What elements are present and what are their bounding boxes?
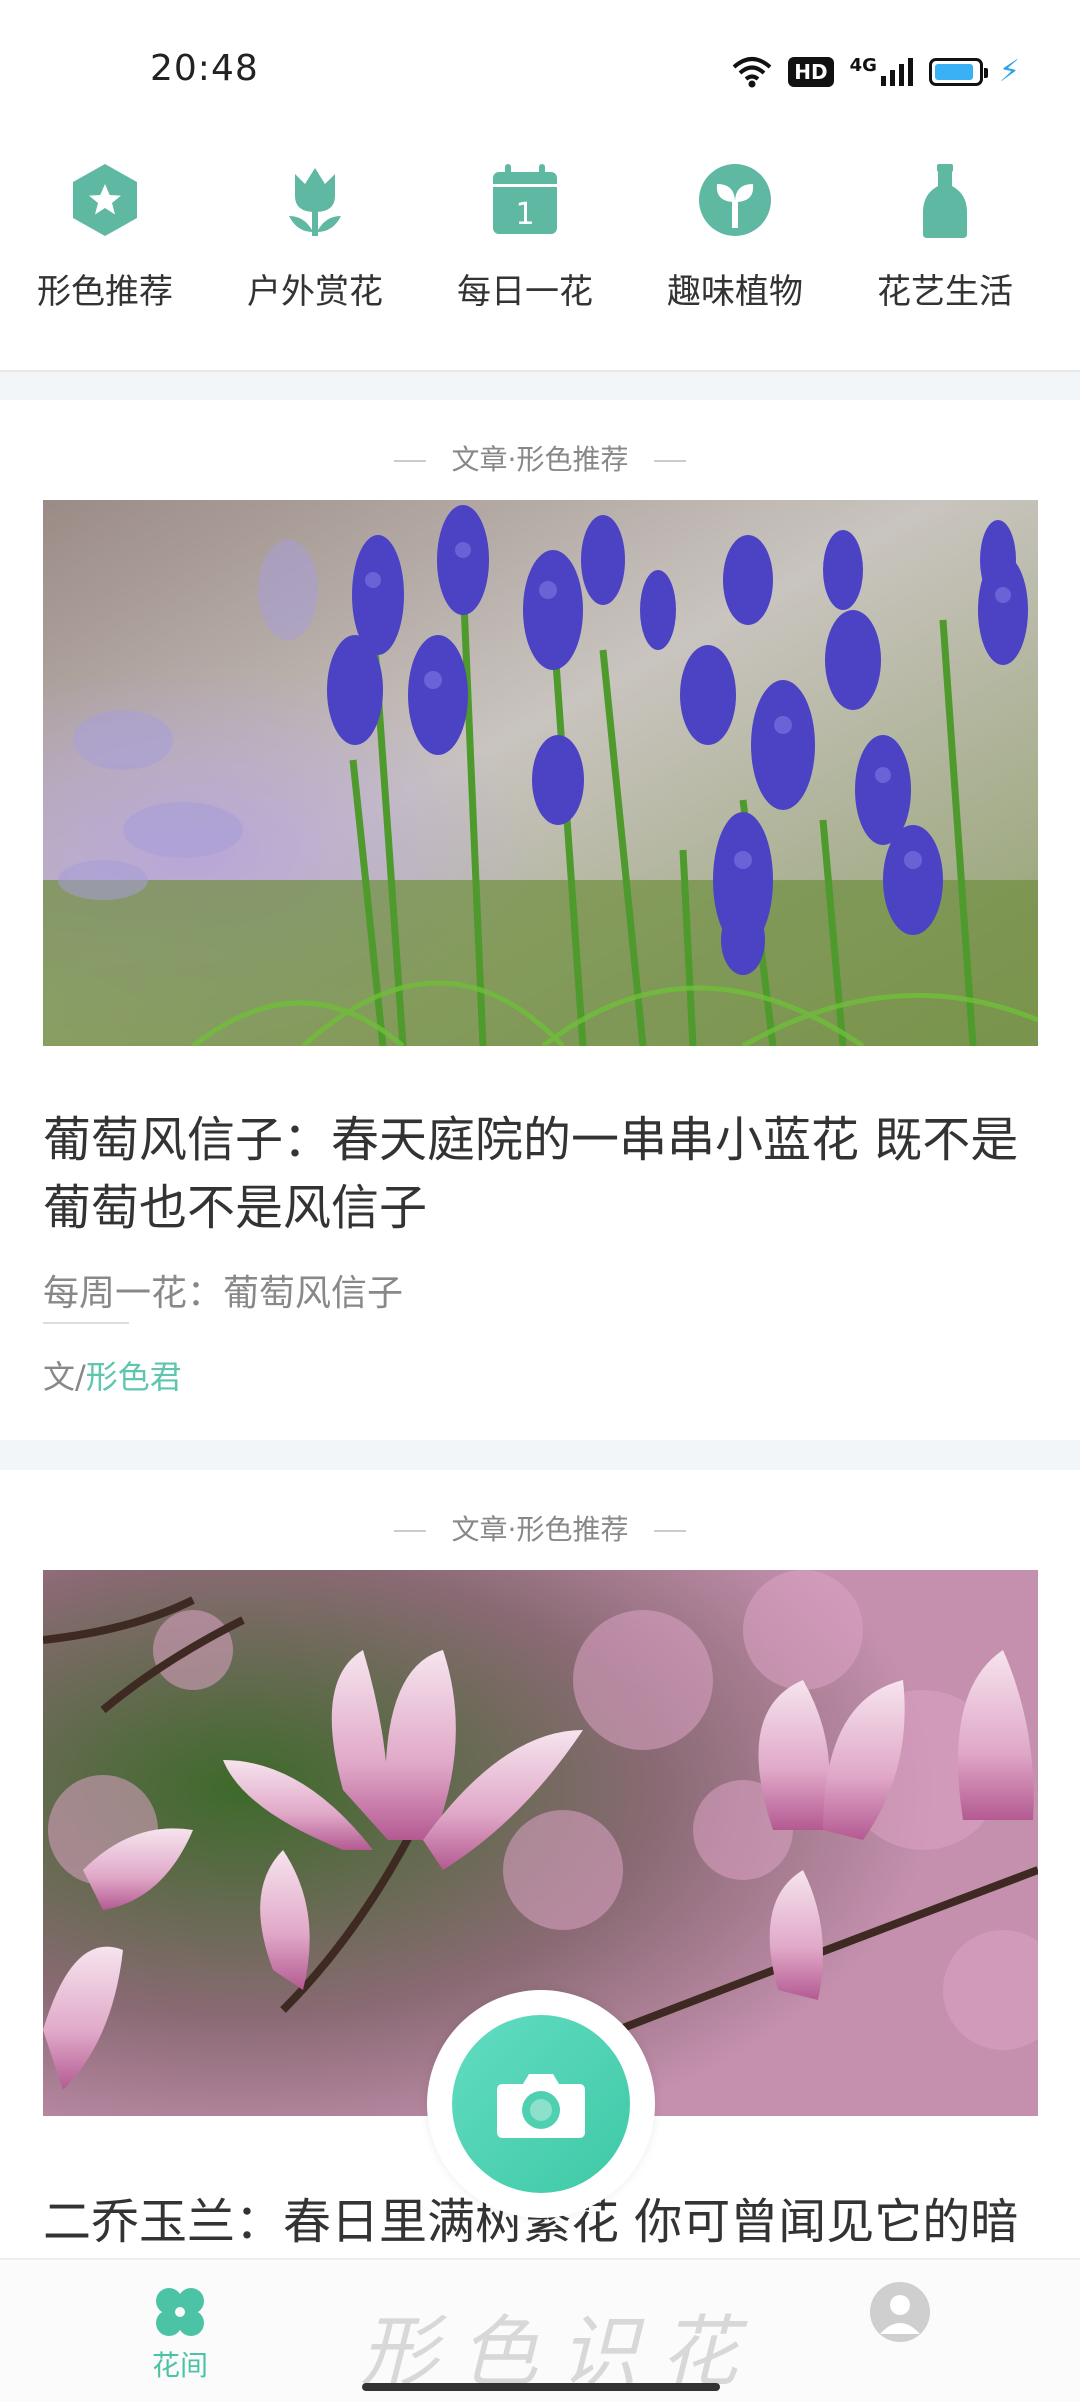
status-bar: 20:48 HD 4G ⚡ (0, 0, 1080, 140)
camera-button[interactable] (427, 1990, 655, 2218)
article-tag-text: 文章·形色推荐 (451, 443, 629, 476)
wifi-icon (732, 57, 772, 88)
camera-icon (497, 2074, 585, 2138)
tab-home[interactable]: 花间 (140, 2284, 220, 2384)
category-outdoor[interactable]: 户外赏花 (210, 160, 420, 370)
category-label: 花艺生活 (877, 272, 1013, 312)
battery-icon (928, 58, 988, 86)
category-floral-life[interactable]: 花艺生活 (840, 160, 1050, 370)
category-recommend[interactable]: 形色推荐 (0, 160, 210, 370)
camera-button-inner (452, 2015, 630, 2193)
vase-icon (923, 164, 967, 238)
divider (43, 1322, 129, 1324)
article-tag-text: 文章·形色推荐 (451, 1513, 629, 1546)
category-daily-flower[interactable]: 1 每日一花 (420, 160, 630, 370)
status-icons: HD 4G ⚡ (732, 50, 1020, 94)
status-time: 20:48 (150, 48, 259, 89)
hd-badge: HD (788, 57, 834, 87)
article-tag: 文章·形色推荐 (0, 1508, 1080, 1548)
category-label: 每日一花 (457, 272, 593, 312)
category-fun-plants[interactable]: 趣味植物 (630, 160, 840, 370)
star-hexagon-icon (73, 164, 137, 236)
category-label: 户外赏花 (247, 272, 383, 312)
charging-icon: ⚡ (998, 54, 1020, 89)
network-type: 4G (849, 55, 877, 76)
signal-icon: 4G (849, 55, 913, 86)
clover-icon (156, 2288, 204, 2336)
bottom-nav: 花间 形色识花 (0, 2258, 1080, 2402)
home-indicator[interactable] (362, 2383, 720, 2391)
article-card[interactable]: 文章·形色推荐 (0, 400, 1080, 1440)
tulip-icon (289, 168, 341, 236)
category-label: 趣味植物 (667, 272, 803, 312)
article-subtitle: 每周一花：葡萄风信子 (43, 1273, 404, 1314)
author-name[interactable]: 形色君 (86, 1358, 182, 1396)
calendar-day: 1 (515, 197, 534, 232)
category-label: 形色推荐 (37, 272, 173, 312)
category-nav: 形色推荐 户外赏花 1 每日一花 趣味植物 花艺生活 (0, 160, 1080, 370)
article-tag: 文章·形色推荐 (0, 438, 1080, 478)
tab-home-label: 花间 (151, 2349, 208, 2382)
calendar-icon: 1 (493, 164, 557, 234)
section-gap (0, 1440, 1080, 1470)
grape-hyacinth-photo[interactable] (43, 500, 1038, 1046)
author-prefix: 文/ (43, 1358, 86, 1396)
section-gap (0, 372, 1080, 400)
sprout-icon (699, 164, 771, 236)
article-author: 文/形色君 (43, 1352, 182, 1398)
article-title[interactable]: 葡萄风信子：春天庭院的一串串小蓝花 既不是葡萄也不是风信子 (43, 1106, 1043, 1242)
avatar-icon[interactable] (870, 2282, 930, 2342)
